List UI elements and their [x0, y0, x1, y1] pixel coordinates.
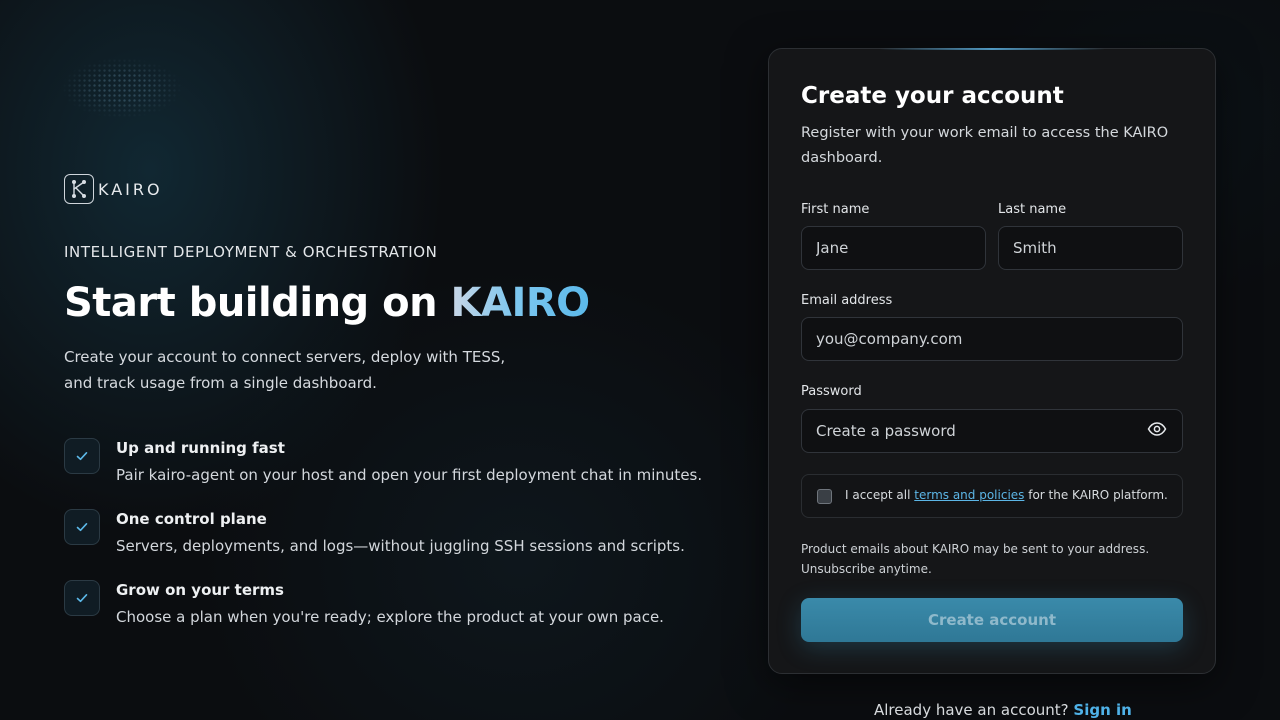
signin-prompt-text: Already have an account?: [874, 701, 1074, 719]
feature-description: Servers, deployments, and logs—without j…: [116, 537, 685, 555]
form-title: Create your account: [801, 83, 1064, 109]
check-icon: [64, 580, 100, 616]
hero-intro: Create your account to connect servers, …: [64, 348, 506, 392]
email-input[interactable]: [801, 317, 1183, 361]
email-label: Email address: [801, 293, 893, 308]
dot-pattern-decoration: [62, 58, 182, 118]
hero-headline: Start building on KAIRO: [64, 280, 590, 326]
terms-text: I accept all terms and policies for the …: [845, 488, 1168, 502]
terms-prefix: I accept all: [845, 488, 915, 502]
terms-checkbox[interactable]: [817, 489, 832, 504]
hero-headline-accent: KAIRO: [450, 280, 591, 326]
first-name-input[interactable]: [801, 226, 986, 270]
sign-in-link[interactable]: Sign in: [1073, 701, 1131, 719]
check-icon: [64, 509, 100, 545]
terms-box: I accept all terms and policies for the …: [801, 474, 1183, 518]
feature-description: Pair kairo-agent on your host and open y…: [116, 466, 703, 484]
feature-title: One control plane: [116, 510, 267, 528]
feature-title: Up and running fast: [116, 439, 285, 457]
form-subtitle: Register with your work email to access …: [801, 125, 1169, 166]
terms-link[interactable]: terms and policies: [914, 488, 1024, 502]
signin-prompt: Already have an account? Sign in: [874, 701, 1132, 719]
password-input[interactable]: [801, 409, 1183, 453]
check-icon: [64, 438, 100, 474]
first-name-label: First name: [801, 202, 870, 217]
password-label: Password: [801, 384, 862, 399]
brand-name: KAIRO: [98, 179, 163, 199]
create-account-button[interactable]: Create account: [801, 598, 1183, 642]
terms-suffix: for the KAIRO platform.: [1024, 488, 1168, 502]
hero-headline-prefix: Start building on: [64, 280, 451, 326]
brand-logo: KAIRO: [64, 174, 163, 204]
eye-icon[interactable]: [1147, 421, 1167, 437]
feature-description: Choose a plan when you're ready; explore…: [116, 608, 664, 626]
last-name-input[interactable]: [998, 226, 1183, 270]
signup-card: Create your account Register with your w…: [768, 48, 1216, 674]
feature-title: Grow on your terms: [116, 581, 284, 599]
kairo-logo-icon: [64, 174, 94, 204]
email-notice: Product emails about KAIRO may be sent t…: [801, 542, 1150, 576]
last-name-label: Last name: [998, 202, 1067, 217]
card-top-glow: [879, 48, 1105, 50]
hero-eyebrow: INTELLIGENT DEPLOYMENT & ORCHESTRATION: [64, 243, 438, 261]
